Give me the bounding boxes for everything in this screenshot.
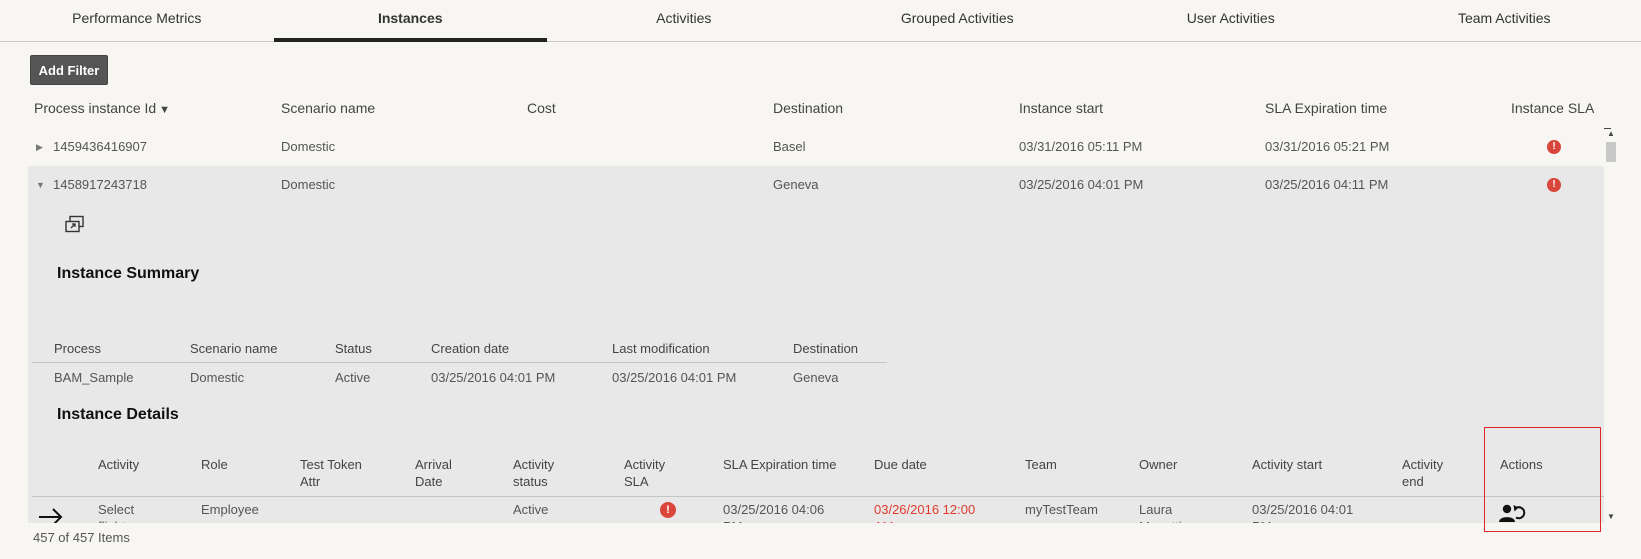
details-header-activity-status: Activity status	[513, 457, 555, 489]
cell-sla-expiration-time: 03/25/2016 04:11 PM	[1265, 177, 1389, 192]
caret-down-icon[interactable]: ▼	[36, 166, 45, 204]
details-header: Activity Role Test Token Attr Arrival Da…	[32, 448, 1604, 497]
summary-destination: Geneva	[793, 370, 839, 385]
column-header-sla-expiration-time[interactable]: SLA Expiration time	[1265, 92, 1387, 124]
summary-header-scenario-name: Scenario name	[190, 341, 278, 356]
table-row-expanded[interactable]: ▼ 1458917243718 Domestic Geneva 03/25/20…	[28, 166, 1604, 523]
summary-header-last-modification: Last modification	[612, 341, 710, 356]
arrow-right-icon	[39, 508, 63, 523]
summary-last-modification: 03/25/2016 04:01 PM	[612, 370, 737, 385]
table-row[interactable]: ▶ 1459436416907 Domestic Basel 03/31/201…	[28, 128, 1604, 166]
column-header-destination[interactable]: Destination	[773, 92, 843, 124]
summary-creation-date: 03/25/2016 04:01 PM	[431, 370, 556, 385]
column-header-process-instance-id[interactable]: Process instance Id ▼	[34, 92, 170, 126]
grid-header: Process instance Id ▼ Scenario name Cost …	[28, 92, 1611, 129]
sort-descending-icon[interactable]: ▼	[159, 104, 170, 116]
details-header-sla-expiration-time: SLA Expiration time	[723, 457, 837, 472]
details-owner: Laura Monetti	[1139, 502, 1182, 523]
details-activity-status: Active	[513, 502, 549, 517]
instance-details-title: Instance Details	[57, 406, 179, 423]
cell-destination: Geneva	[773, 177, 819, 192]
scroll-down-icon[interactable]: ▼	[1604, 511, 1618, 523]
error-icon: !	[660, 502, 676, 518]
cell-process-instance-id: 1458917243718	[53, 177, 147, 192]
summary-header-destination: Destination	[793, 341, 859, 356]
details-header-due-date: Due date	[874, 457, 927, 472]
details-sla-expiration-time: 03/25/2016 04:06 PM	[723, 502, 825, 523]
popout-icon[interactable]	[64, 215, 86, 235]
cell-instance-start: 03/25/2016 04:01 PM	[1019, 177, 1144, 192]
details-header-team: Team	[1025, 457, 1057, 472]
column-header-cost[interactable]: Cost	[527, 92, 556, 124]
details-header-activity-sla: Activity SLA	[624, 457, 666, 489]
item-count: 457 of 457 Items	[33, 530, 130, 545]
tab-activities[interactable]: Activities	[547, 0, 821, 41]
scroll-thumb[interactable]	[1606, 142, 1616, 162]
cell-scenario-name: Domestic	[281, 177, 336, 192]
cell-destination: Basel	[773, 139, 806, 154]
tab-grouped-activities[interactable]: Grouped Activities	[821, 0, 1095, 41]
details-header-arrival-date: Arrival Date	[415, 457, 452, 489]
tab-user-activities[interactable]: User Activities	[1094, 0, 1368, 41]
details-role: Employee	[201, 502, 259, 517]
vertical-scrollbar[interactable]: ▲ ▼	[1604, 128, 1618, 523]
summary-row: BAM_Sample Domestic Active 03/25/2016 04…	[32, 363, 887, 393]
error-icon: !	[1547, 178, 1561, 192]
cell-scenario-name: Domestic	[281, 139, 336, 154]
tab-instances[interactable]: Instances	[273, 0, 548, 42]
column-header-instance-start[interactable]: Instance start	[1019, 92, 1103, 124]
details-header-test-token-attr: Test Token Attr	[300, 457, 362, 489]
grid-body: ▶ 1459436416907 Domestic Basel 03/31/201…	[28, 128, 1604, 523]
details-header-activity-end: Activity end	[1402, 457, 1444, 489]
reassign-user-icon[interactable]	[1498, 503, 1526, 523]
details-header-activity-start: Activity start	[1252, 457, 1323, 472]
cell-process-instance-id: 1459436416907	[53, 139, 147, 154]
summary-scenario-name: Domestic	[190, 370, 245, 385]
error-icon: !	[1547, 140, 1561, 154]
add-filter-button[interactable]: Add Filter	[30, 55, 108, 85]
details-team: myTestTeam	[1025, 502, 1098, 517]
details-header-activity: Activity	[98, 457, 140, 472]
summary-header: Process Scenario name Status Creation da…	[32, 335, 887, 363]
details-due-date: 03/26/2016 12:00 AM	[874, 502, 976, 523]
caret-right-icon[interactable]: ▶	[36, 128, 43, 166]
instance-summary-title: Instance Summary	[57, 265, 200, 282]
summary-header-status: Status	[335, 341, 372, 356]
summary-header-process: Process	[54, 341, 101, 356]
details-activity: Select flight	[98, 502, 135, 523]
cell-sla-expiration-time: 03/31/2016 05:21 PM	[1265, 139, 1390, 154]
details-header-owner: Owner	[1139, 457, 1178, 472]
tab-performance-metrics[interactable]: Performance Metrics	[0, 0, 274, 41]
tab-team-activities[interactable]: Team Activities	[1368, 0, 1641, 41]
details-header-role: Role	[201, 457, 228, 472]
column-header-scenario-name[interactable]: Scenario name	[281, 92, 375, 124]
summary-process: BAM_Sample	[54, 370, 134, 385]
scroll-up-icon[interactable]: ▲	[1604, 128, 1618, 140]
summary-header-creation-date: Creation date	[431, 341, 510, 356]
details-row: Select flight Employee Active ! 03/25/20…	[32, 497, 1604, 523]
column-header-instance-sla[interactable]: Instance SLA	[1511, 92, 1594, 124]
details-header-actions: Actions	[1500, 457, 1543, 472]
tab-bar: Performance Metrics Instances Activities…	[0, 0, 1641, 42]
summary-status: Active	[335, 370, 371, 385]
details-activity-start: 03/25/2016 04:01 PM	[1252, 502, 1354, 523]
cell-instance-start: 03/31/2016 05:11 PM	[1019, 139, 1143, 154]
